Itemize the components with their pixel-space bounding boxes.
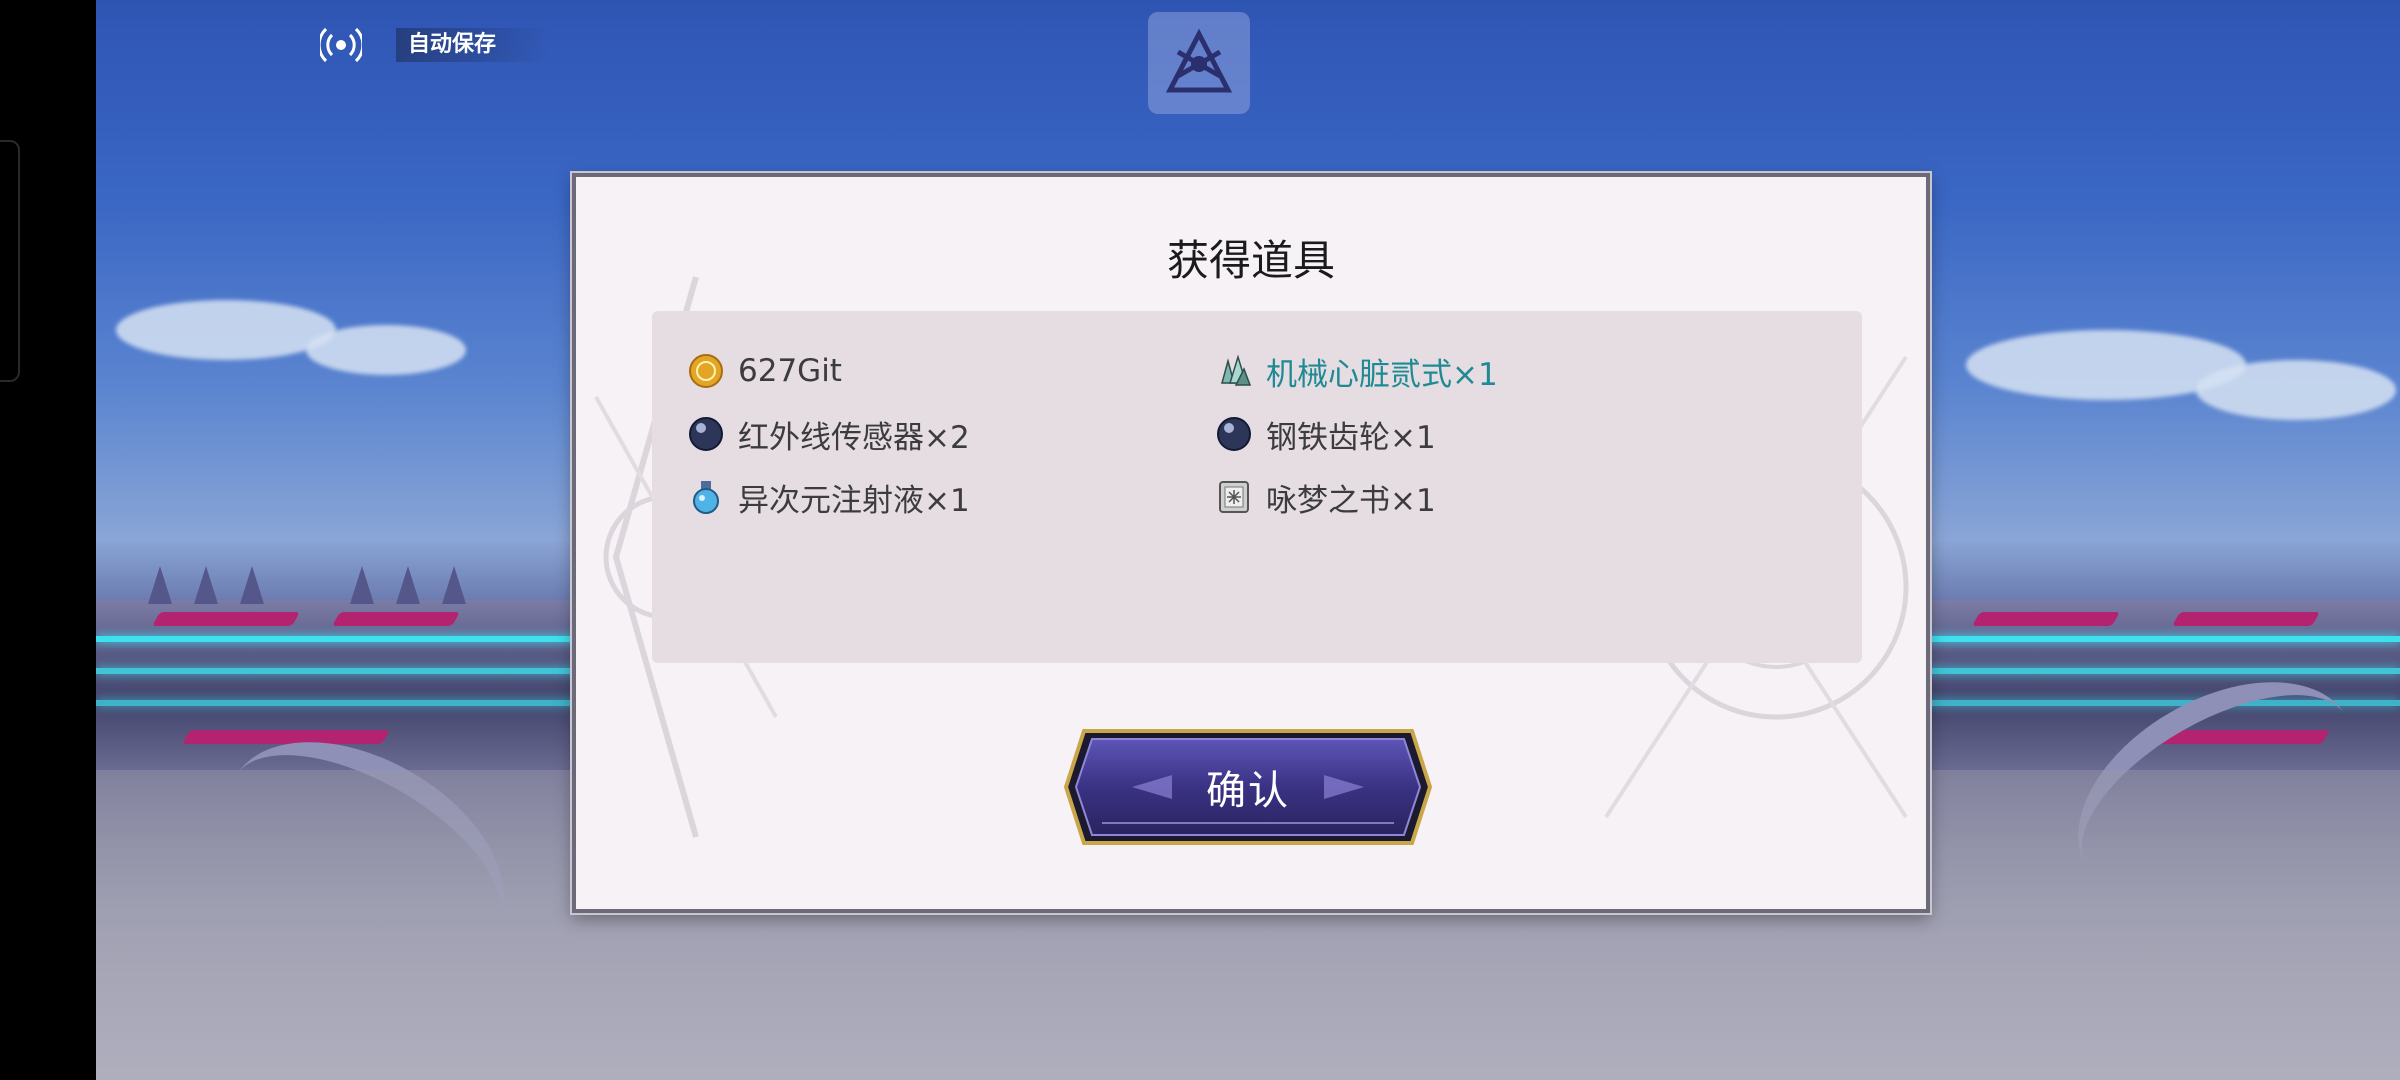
spike [442,566,466,604]
menu-emblem-button[interactable] [1148,12,1250,114]
magenta-panel [331,612,461,626]
emblem-icon [1165,28,1233,93]
cloud [306,325,466,375]
potion-flask-icon [693,481,719,514]
list-item: 机械心脏贰式×1 [1216,349,1498,393]
crystal-cluster-icon [1221,354,1252,386]
spike [148,566,172,604]
item-name: 627Git [738,353,842,389]
camera-notch [0,140,20,382]
confirm-button[interactable]: 确认 [1062,727,1434,847]
cloud [2196,360,2396,420]
item-name: 异次元注射液×1 [738,482,970,519]
magenta-panel [1971,612,2121,626]
list-item: 咏梦之书×1 [1216,475,1436,519]
item-name: 钢铁齿轮×1 [1266,419,1436,456]
book-icon [1219,481,1249,513]
autosave-indicator: 自动保存 [312,20,548,70]
dark-orb-icon [689,417,723,451]
list-item: 627Git [688,349,842,393]
left-black-bar [0,0,96,1080]
broadcast-signal-icon [320,27,362,63]
list-item: 红外线传感器×2 [688,412,970,456]
magenta-panel [181,730,391,744]
item-name: 红外线传感器×2 [738,419,970,456]
item-name: 机械心脏贰式×1 [1266,356,1498,393]
magenta-panel [2171,612,2321,626]
dark-orb-icon [1217,417,1251,451]
cloud [116,300,336,360]
list-item: 钢铁齿轮×1 [1216,412,1436,456]
spike [240,566,264,604]
reward-list: 627Git 机械心脏贰式×1 红外线传感器×2 钢铁齿轮×1 异次元注射液×1… [652,311,1862,663]
spike [396,566,420,604]
reward-dialog: 获得道具 627Git 机械心脏贰式×1 红外线传感器×2 钢铁齿轮×1 异次元… [572,173,1930,913]
item-name: 咏梦之书×1 [1266,482,1436,519]
gold-coin-icon [689,354,723,388]
confirm-label: 确认 [1206,768,1290,814]
autosave-label: 自动保存 [396,28,548,62]
magenta-panel [151,612,301,626]
spike [194,566,218,604]
dialog-title: 获得道具 [1166,236,1335,285]
spike [350,566,374,604]
list-item: 异次元注射液×1 [688,475,970,519]
